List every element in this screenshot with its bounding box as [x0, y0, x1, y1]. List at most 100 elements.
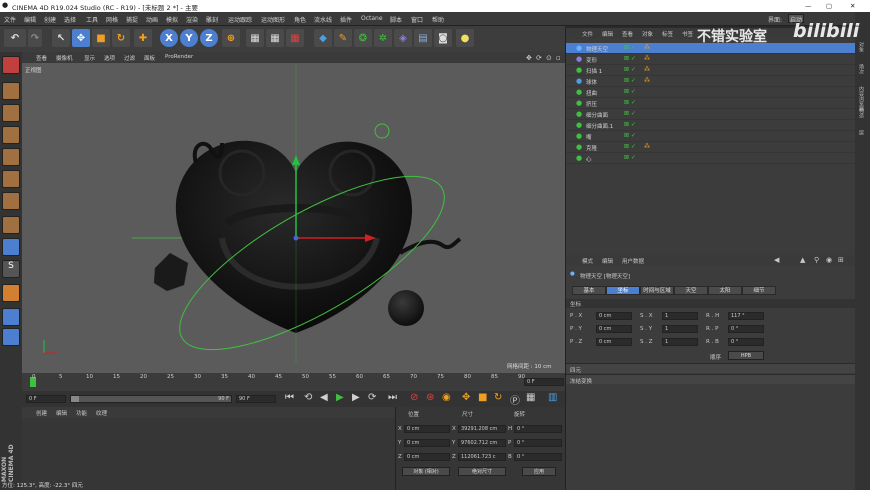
move-tool-icon[interactable]: ✥	[72, 29, 90, 47]
quaternion-section[interactable]: 四元	[566, 363, 856, 374]
spline-pen-icon[interactable]: ✎	[334, 29, 352, 47]
key-position-icon[interactable]: ✥	[462, 392, 470, 403]
scale-tool-icon[interactable]: ■	[92, 29, 110, 47]
lock-workplane-icon[interactable]	[2, 284, 20, 302]
size-y-field[interactable]: 97602.712 cm	[458, 439, 506, 447]
current-frame-field[interactable]: 0 F	[524, 378, 564, 386]
menu-tools[interactable]: 工具	[86, 15, 98, 24]
prev-frame-icon[interactable]: ◀	[320, 392, 328, 403]
tag-icon[interactable]: ⁂	[644, 44, 650, 51]
attr-menu-user-data[interactable]: 用户数据	[622, 257, 644, 265]
deformer-icon[interactable]: ◈	[394, 29, 412, 47]
viewport-3d[interactable]: 正视图 网格间距: 10 cm	[22, 63, 565, 373]
mat-menu-create[interactable]: 创建	[36, 409, 47, 417]
preview-range-slider[interactable]: 90 F	[70, 395, 232, 403]
size-x-field[interactable]: 39291.208 cm	[458, 425, 506, 433]
attr-menu-mode[interactable]: 模式	[582, 257, 593, 265]
visibility-check-icon[interactable]: ⊠ ✓	[624, 154, 636, 161]
z-axis-lock-icon[interactable]: Z	[200, 29, 218, 47]
pos-z-field[interactable]: 0 cm	[404, 453, 450, 461]
cube-primitive-icon[interactable]: ◆	[314, 29, 332, 47]
back-arrow-icon[interactable]: ◀	[774, 256, 779, 264]
obj-menu-bookmarks[interactable]: 书签	[682, 30, 693, 38]
visibility-check-icon[interactable]: ⊠ ✓	[624, 44, 636, 51]
vp-menu-options[interactable]: 选项	[104, 54, 115, 62]
texture-mode-icon[interactable]	[2, 104, 20, 122]
p-x-field[interactable]: 0 cm	[596, 312, 632, 320]
close-button[interactable]: ✕	[850, 2, 855, 10]
menu-mograph[interactable]: 运动图形	[261, 15, 285, 24]
visibility-check-icon[interactable]: ⊠ ✓	[624, 55, 636, 62]
timeline-window-icon[interactable]: ▥	[548, 392, 557, 403]
make-editable-icon[interactable]	[2, 56, 20, 74]
autokey-icon[interactable]: ⊛	[426, 392, 434, 403]
tab-sky[interactable]: 天空	[674, 286, 708, 295]
tab-coordinates[interactable]: 坐标	[606, 286, 640, 295]
floor-icon[interactable]: ▤	[414, 29, 432, 47]
vp-rotate-icon[interactable]: ⊙	[546, 54, 552, 62]
menu-edit[interactable]: 编辑	[24, 15, 36, 24]
end-frame-field[interactable]: 90 F	[236, 395, 276, 403]
object-row[interactable]: ● 克隆 ⊠ ✓ ⁂	[566, 142, 856, 153]
tag-icon[interactable]: ⁂	[644, 55, 650, 62]
menu-octane[interactable]: Octane	[361, 15, 383, 22]
obj-menu-object[interactable]: 对象	[642, 30, 653, 38]
visibility-check-icon[interactable]: ⊠ ✓	[624, 66, 636, 73]
object-row[interactable]: ● 球体 ⊠ ✓ ⁂	[566, 76, 856, 87]
mat-menu-edit[interactable]: 编辑	[56, 409, 67, 417]
right-strip-tab[interactable]: 层	[858, 130, 865, 135]
key-param-icon[interactable]: Ⓟ	[510, 392, 520, 407]
visibility-check-icon[interactable]: ⊠ ✓	[624, 132, 636, 139]
keyframe-selection-icon[interactable]: ◉	[442, 392, 451, 403]
menu-create[interactable]: 创建	[44, 15, 56, 24]
object-row[interactable]: ● 嘴 ⊠ ✓	[566, 131, 856, 142]
x-axis-lock-icon[interactable]: X	[160, 29, 178, 47]
menu-window[interactable]: 窗口	[411, 15, 423, 24]
object-row[interactable]: ● 心 ⊠ ✓	[566, 153, 856, 164]
visibility-check-icon[interactable]: ⊠ ✓	[624, 110, 636, 117]
object-row[interactable]: ● 细分曲面 ⊠ ✓	[566, 109, 856, 120]
nurbs-icon[interactable]: ❂	[354, 29, 372, 47]
object-row[interactable]: ● 变形 ⊠ ✓ ⁂	[566, 54, 856, 65]
vp-menu-camera[interactable]: 摄像机	[56, 54, 73, 62]
right-strip-tab[interactable]: 场次	[858, 64, 865, 74]
y-axis-lock-icon[interactable]: Y	[180, 29, 198, 47]
visibility-check-icon[interactable]: ⊠ ✓	[624, 121, 636, 128]
s-x-field[interactable]: 1	[662, 312, 698, 320]
undo-icon[interactable]: ↶	[4, 29, 26, 47]
points-mode-icon[interactable]	[2, 148, 20, 166]
render-settings-icon[interactable]: ▦	[286, 29, 304, 47]
planar-workplane-icon[interactable]	[2, 308, 20, 326]
tab-sun[interactable]: 太阳	[708, 286, 742, 295]
menu-snap[interactable]: 捕捉	[126, 15, 138, 24]
key-scale-icon[interactable]: ■	[478, 392, 487, 403]
coordinate-system-icon[interactable]: ⊕	[222, 29, 240, 47]
r-p-field[interactable]: 0 °	[728, 325, 764, 333]
rotate-tool-icon[interactable]: ↻	[112, 29, 130, 47]
menu-simulate[interactable]: 模拟	[166, 15, 178, 24]
next-key-icon[interactable]: ⟳	[368, 392, 376, 403]
workplane-icon[interactable]	[2, 126, 20, 144]
menu-select[interactable]: 选择	[64, 15, 76, 24]
s-z-field[interactable]: 1	[662, 338, 698, 346]
rot-b-field[interactable]: 0 °	[514, 453, 562, 461]
cube-object[interactable]	[153, 252, 189, 292]
axis-mode-icon[interactable]	[2, 216, 20, 234]
obj-menu-tags[interactable]: 标签	[662, 30, 673, 38]
redo-icon[interactable]: ↷	[28, 29, 42, 47]
tweak-mode-icon[interactable]	[2, 238, 20, 256]
s-y-field[interactable]: 1	[662, 325, 698, 333]
menu-file[interactable]: 文件	[4, 15, 16, 24]
menu-plugins[interactable]: 插件	[340, 15, 352, 24]
tab-time-location[interactable]: 时间与区域	[640, 286, 674, 295]
vp-maximize-icon[interactable]: ▫	[556, 54, 561, 62]
goto-start-icon[interactable]: ⏮	[285, 392, 294, 403]
tab-basic[interactable]: 基本	[572, 286, 606, 295]
timeline-ruler[interactable]: 0 5 10 15 20 25 30 35 40 45 50 55 60 65 70 75 80 85 90 0 F	[22, 373, 565, 391]
up-arrow-icon[interactable]: ▲	[800, 256, 805, 264]
vp-menu-prorender[interactable]: ProRender	[165, 54, 193, 60]
edges-mode-icon[interactable]	[2, 170, 20, 188]
start-frame-field[interactable]: 0 F	[26, 395, 66, 403]
menu-animate[interactable]: 动画	[146, 15, 158, 24]
rot-p-field[interactable]: 0 °	[514, 439, 562, 447]
